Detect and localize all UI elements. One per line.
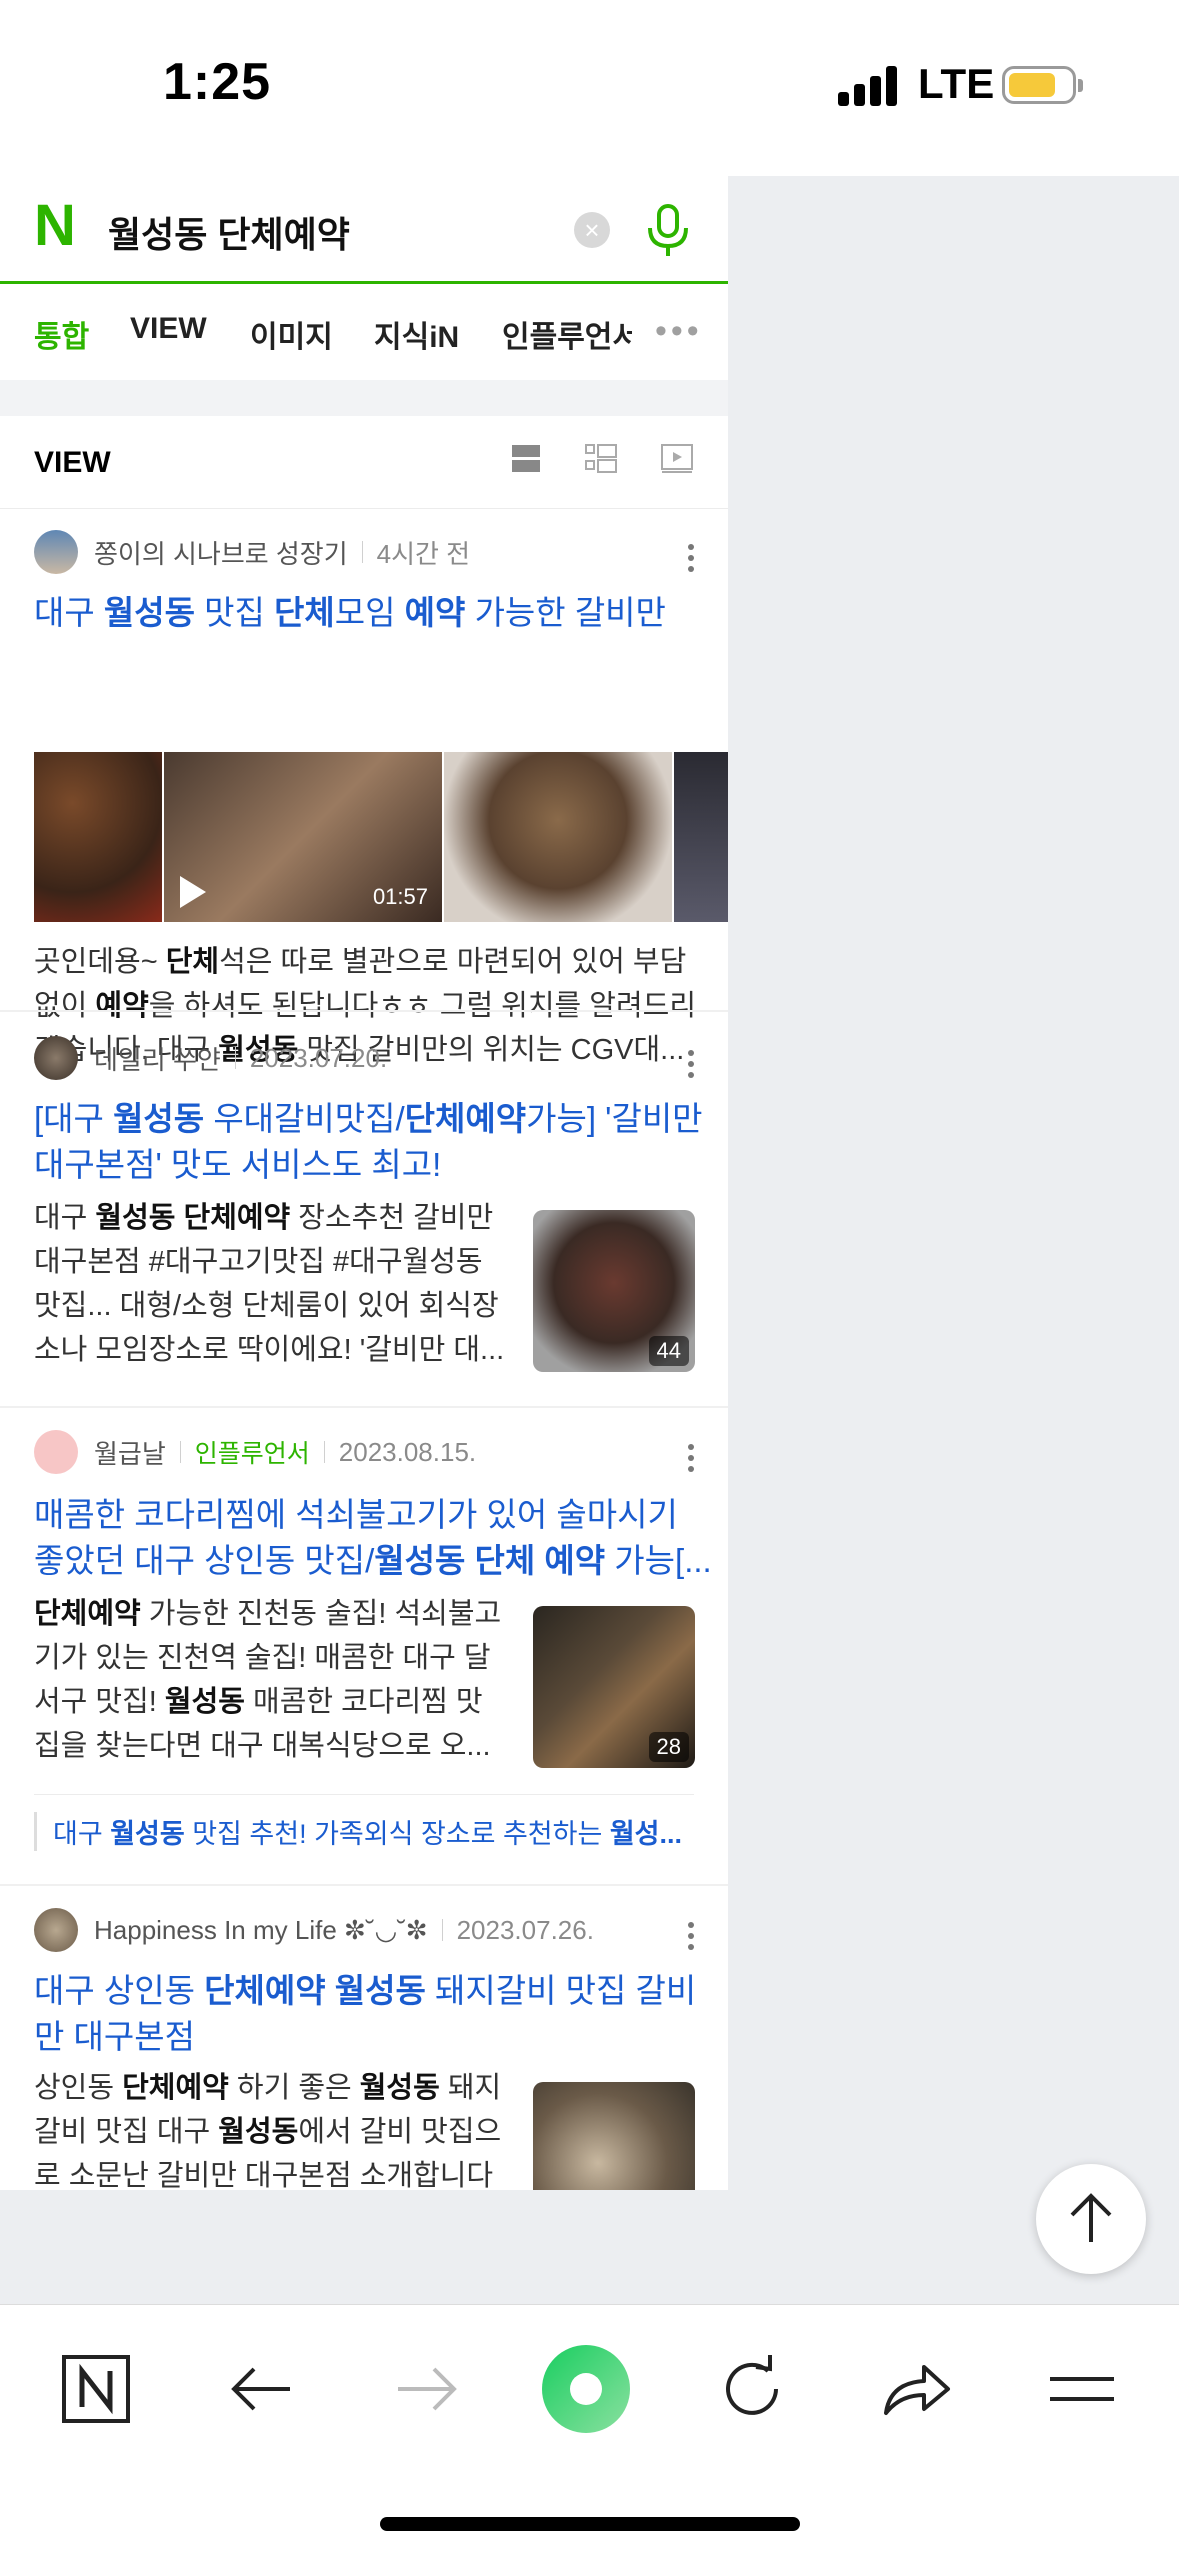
side-blank-panel [728,176,1179,2190]
section-title: VIEW [34,446,111,479]
influencer-badge: 인플루언서 [194,1440,310,1468]
text-line: 대구 상인동 단체예약 월성동 돼지갈비 맛집 갈비 [34,1972,697,2009]
share-icon[interactable] [876,2349,956,2429]
network-label: LTE [918,60,995,107]
more-options-icon[interactable] [688,544,696,577]
more-options-icon[interactable] [688,1444,696,1477]
scroll-top-button[interactable] [1036,2164,1146,2274]
section-gap [0,380,728,417]
post-item[interactable]: Happiness In my Life ✼˘◡˘✼ 2023.07.26. 대… [0,1886,728,2190]
post-title[interactable]: 매콤한 코다리찜에 석쇠불고기가 있어 술마시기좋았던 대구 상인동 맛집/월성… [34,1492,712,1584]
post-description: 단체예약 가능한 진천동 술집! 석쇠불고기가 있는 진천역 술집! 매콤한 대… [34,1592,501,1768]
post-item[interactable]: 쫑이의 시나브로 성장기 4시간 전 대구 월성동 맛집 단체모임 예약 가능한… [0,508,728,1066]
text-line: [대구 월성동 우대갈비맛집/단체예약가능] '갈비만 [34,1100,703,1137]
text-line: 대구 월성동 단체예약 장소추천 갈비만 [34,1202,494,1234]
text-line: 대구본점' 맛도 서비스도 최고! [34,1146,442,1183]
post-description: 대구 월성동 단체예약 장소추천 갈비만대구본점 #대구고기맛집 #대구월성동맛… [34,1196,504,1372]
search-bar: N 월성동 단체예약 × [0,176,728,284]
text-line: 집을 찾는다면 대구 대복식당으로 오... [34,1730,491,1762]
post-date: 4시간 전 [376,538,471,569]
post-author[interactable]: 월급날 인플루언서 2023.08.15. [34,1430,476,1474]
post-date: 2023.08.15. [338,1436,477,1467]
text-line: 대구본점 #대구고기맛집 #대구월성동 [34,1246,483,1278]
image-count: 44 [648,1336,689,1366]
text-line: 서구 맛집! 월성동 매콤한 코다리찜 맛 [34,1686,483,1718]
author-name: Happiness In my Life ✼˘◡˘✼ [94,1914,428,1945]
view-section: VIEW 쫑이의 시나브로 성장기 4시간 전 대구 월성동 맛집 단체모임 예… [0,416,728,2190]
naver-logo[interactable]: N [34,197,82,255]
post-image-row[interactable]: 01:57 [34,752,728,922]
avatar [34,1908,78,1952]
play-icon [180,876,206,908]
post-thumbnail[interactable]: 28 [533,1606,695,1768]
text-line: 좋았던 대구 상인동 맛집/월성동 단체 예약 가능[... [34,1542,712,1579]
text-line: 소나 모임장소로 딱이에요! '갈비만 대... [34,1334,505,1366]
food-image [34,752,162,922]
post-item[interactable]: 데일리 쑤얀 2023.07.20. [대구 월성동 우대갈비맛집/단체예약가능… [0,1012,728,1404]
reload-icon[interactable] [712,2349,792,2429]
tab-integrated[interactable]: 통합 [34,312,89,356]
naver-home-icon[interactable] [56,2349,136,2429]
post-author[interactable]: 데일리 쑤얀 2023.07.20. [34,1036,387,1080]
avatar [34,530,78,574]
clear-icon[interactable]: × [574,212,610,248]
forward-arrow-icon[interactable] [386,2349,466,2429]
more-options-icon[interactable] [688,1922,696,1955]
text-line: 상인동 단체예약 하기 좋은 월성동 돼지 [34,2072,502,2104]
related-post-link[interactable]: 대구 월성동 맛집 추천! 가족외식 장소로 추천하는 월성... [34,1812,713,1851]
browser-toolbar [0,2304,1179,2557]
food-image [674,752,728,922]
post-item[interactable]: 월급날 인플루언서 2023.08.15. 매콤한 코다리찜에 석쇠불고기가 있… [0,1408,728,1874]
tab-knowledge[interactable]: 지식iN [374,312,459,356]
mic-icon[interactable] [640,200,696,260]
post-date: 2023.07.26. [456,1914,594,1945]
text-line: 매콤한 코다리찜에 석쇠불고기가 있어 술마시기 [34,1496,678,1533]
post-author[interactable]: Happiness In my Life ✼˘◡˘✼ 2023.07.26. [34,1908,594,1952]
image-count: 28 [648,1732,689,1762]
tab-influencer[interactable]: 인플루언서 [502,312,632,356]
signal-icon [838,66,898,106]
post-description: 상인동 단체예약 하기 좋은 월성동 돼지갈비 맛집 대구 월성동에서 갈비 맛… [34,2066,501,2190]
arrow-up-icon [1070,2193,1112,2242]
author-name: 데일리 쑤얀 [94,1044,221,1075]
avatar [34,1036,78,1080]
text-line: 로 소문난 갈비만 대구본점 소개합니다 [34,2160,494,2190]
battery-icon [1002,66,1083,104]
back-arrow-icon[interactable] [222,2349,302,2429]
list-view-icon[interactable] [510,442,542,474]
video-duration: 01:57 [372,884,428,909]
text-line: 단체예약 가능한 진천동 술집! 석쇠불고 [34,1598,502,1630]
author-name: 월급날 [94,1438,166,1469]
text-line: 곳인데용~ 단체석은 따로 별관으로 마련되어 있어 부담 [34,946,687,978]
text-line: 갈비 맛집 대구 월성동에서 갈비 맛집으 [34,2116,502,2148]
post-thumbnail[interactable]: 44 [533,1210,695,1372]
author-name: 쫑이의 시나브로 성장기 [94,538,348,569]
more-tabs-icon[interactable]: ••• [655,312,703,351]
video-view-icon[interactable] [660,442,694,474]
avatar [34,1430,78,1474]
food-image [444,752,672,922]
post-title[interactable]: 대구 상인동 단체예약 월성동 돼지갈비 맛집 갈비만 대구본점 [34,1968,704,2060]
tab-view[interactable]: VIEW [130,312,207,346]
search-input[interactable]: 월성동 단체예약 [108,206,350,258]
text-line: 기가 있는 진천역 술집! 매콤한 대구 달 [34,1642,491,1674]
green-dot-icon[interactable] [540,2343,632,2435]
menu-icon[interactable] [1042,2349,1122,2429]
more-options-icon[interactable] [688,1050,696,1083]
status-time: 1:25 [163,53,272,111]
post-author[interactable]: 쫑이의 시나브로 성장기 4시간 전 [34,530,470,574]
status-bar: 1:25 LTE [0,0,1179,176]
post-date: 2023.07.20. [249,1042,388,1073]
tab-images[interactable]: 이미지 [250,312,333,356]
video-thumbnail: 01:57 [164,752,442,922]
post-title[interactable]: 대구 월성동 맛집 단체모임 예약 가능한 갈비만 [34,590,704,636]
home-indicator [380,2517,800,2531]
text-line: 맛집... 대형/소형 단체룸이 있어 회식장 [34,1290,499,1322]
text-line: 만 대구본점 [34,2018,195,2055]
detail-view-icon[interactable] [584,442,618,474]
page-bottom-area [0,2190,1179,2304]
post-thumbnail[interactable] [533,2082,695,2190]
post-title[interactable]: [대구 월성동 우대갈비맛집/단체예약가능] '갈비만대구본점' 맛도 서비스도… [34,1096,704,1188]
search-tabs: 통합 VIEW 이미지 지식iN 인플루언서 ••• [0,284,728,381]
